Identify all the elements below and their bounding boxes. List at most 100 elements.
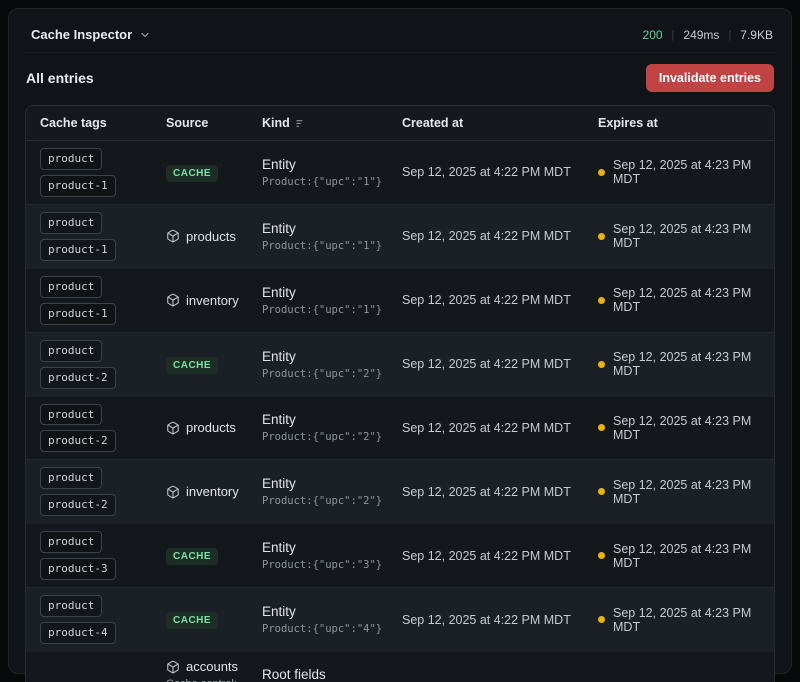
subgraph-name: products: [186, 420, 236, 435]
subgraph-icon: [166, 293, 180, 307]
subgraph-source: inventory: [166, 484, 254, 499]
source-cell: inventory: [166, 484, 262, 499]
section-title: All entries: [26, 70, 94, 86]
cache-source-badge: CACHE: [166, 165, 218, 182]
subgraph-name: products: [186, 229, 236, 244]
sort-icon[interactable]: [295, 118, 306, 129]
kind-detail: Product:{"upc":"3"}: [262, 559, 394, 571]
cache-source-badge: CACHE: [166, 612, 218, 629]
expires-at-value: Sep 12, 2025 at 4:23 PM MDT: [613, 286, 766, 314]
expires-at-cell: Sep 12, 2025 at 4:23 PM MDT: [598, 286, 774, 314]
cache-tag-pill: product-2: [40, 367, 116, 389]
created-at-cell: Sep 12, 2025 at 4:22 PM MDT: [402, 421, 598, 435]
expires-at-cell: Sep 12, 2025 at 4:23 PM MDT: [598, 350, 774, 378]
kind-cell: Root fields recommendedProducts: [262, 667, 402, 682]
kind-detail: Product:{"upc":"4"}: [262, 623, 394, 635]
table-header: Cache tags Source Kind Created at Expire…: [26, 106, 774, 141]
source-cell: products: [166, 420, 262, 435]
created-at-value: Sep 12, 2025 at 4:22 PM MDT: [402, 613, 571, 627]
source-cell: products: [166, 229, 262, 244]
created-at-value: Sep 12, 2025 at 4:22 PM MDT: [402, 357, 571, 371]
expires-at-value: Sep 12, 2025 at 4:23 PM MDT: [613, 478, 766, 506]
topbar: Cache Inspector 200 | 249ms | 7.9KB: [25, 19, 775, 53]
kind-cell: Entity Product:{"upc":"1"}: [262, 221, 402, 252]
created-at-value: Sep 12, 2025 at 4:22 PM MDT: [402, 485, 571, 499]
cache-tags-cell: productproduct-1: [26, 212, 166, 261]
table-row[interactable]: productproduct-1 products Entity Product…: [26, 204, 774, 268]
subgraph-source: inventory: [166, 293, 254, 308]
expiry-dot: [598, 361, 605, 368]
kind-detail: Product:{"upc":"1"}: [262, 304, 394, 316]
cache-tag-pill: product: [40, 404, 102, 426]
cache-tag-pill: product-1: [40, 175, 116, 197]
cache-tags-cell: –: [26, 675, 166, 682]
expires-at-cell: –: [598, 675, 774, 682]
table-row[interactable]: productproduct-1 CACHE Entity Product:{"…: [26, 141, 774, 204]
response-size: 7.9KB: [740, 28, 773, 42]
empty-value: –: [40, 675, 47, 682]
expires-at-cell: Sep 12, 2025 at 4:23 PM MDT: [598, 414, 774, 442]
subgraph-source: products: [166, 229, 254, 244]
column-header-kind[interactable]: Kind: [262, 106, 402, 140]
table-row[interactable]: productproduct-1 inventory Entity Produc…: [26, 268, 774, 332]
section-header: All entries Invalidate entries: [25, 64, 775, 92]
created-at-cell: Sep 12, 2025 at 4:22 PM MDT: [402, 485, 598, 499]
cache-source-badge: CACHE: [166, 548, 218, 565]
cache-tags-cell: productproduct-3: [26, 531, 166, 580]
cache-tag-pill: product: [40, 467, 102, 489]
expiry-dot: [598, 297, 605, 304]
cache-tag-pill: product-1: [40, 303, 116, 325]
cache-tag-pill: product: [40, 531, 102, 553]
page-title: Cache Inspector: [31, 27, 132, 42]
expiry-dot: [598, 488, 605, 495]
kind-detail: Product:{"upc":"2"}: [262, 495, 394, 507]
subgraph-icon: [166, 421, 180, 435]
table-row[interactable]: productproduct-3 CACHE Entity Product:{"…: [26, 523, 774, 587]
cache-tag-pill: product: [40, 595, 102, 617]
stat-divider: |: [728, 29, 731, 41]
table-row[interactable]: productproduct-4 CACHE Entity Product:{"…: [26, 587, 774, 651]
column-header-source[interactable]: Source: [166, 106, 262, 140]
expiry-dot: [598, 616, 605, 623]
expires-at-value: –: [598, 675, 605, 682]
created-at-cell: –: [402, 675, 598, 682]
kind-cell: Entity Product:{"upc":"4"}: [262, 604, 402, 635]
kind-detail: Product:{"upc":"1"}: [262, 176, 394, 188]
invalidate-entries-button[interactable]: Invalidate entries: [646, 64, 774, 92]
created-at-value: Sep 12, 2025 at 4:22 PM MDT: [402, 229, 571, 243]
table-row[interactable]: productproduct-2 products Entity Product…: [26, 396, 774, 460]
kind-label: Entity: [262, 412, 394, 427]
table-row[interactable]: – accountsCache control:private Root fie…: [26, 651, 774, 682]
table-row[interactable]: productproduct-2 inventory Entity Produc…: [26, 459, 774, 523]
cache-entries-table: Cache tags Source Kind Created at Expire…: [25, 105, 775, 682]
created-at-value: Sep 12, 2025 at 4:22 PM MDT: [402, 165, 571, 179]
table-row[interactable]: productproduct-2 CACHE Entity Product:{"…: [26, 332, 774, 396]
subgraph-name: inventory: [186, 484, 239, 499]
subgraph-name: accounts: [186, 659, 238, 674]
column-header-created-at[interactable]: Created at: [402, 106, 598, 140]
kind-label: Entity: [262, 285, 394, 300]
expires-at-cell: Sep 12, 2025 at 4:23 PM MDT: [598, 158, 774, 186]
column-header-cache-tags[interactable]: Cache tags: [26, 116, 166, 130]
kind-cell: Entity Product:{"upc":"2"}: [262, 476, 402, 507]
kind-detail: Product:{"upc":"2"}: [262, 368, 394, 380]
chevron-down-icon: [139, 29, 151, 41]
subgraph-name: inventory: [186, 293, 239, 308]
created-at-value: Sep 12, 2025 at 4:22 PM MDT: [402, 293, 571, 307]
cache-tags-cell: productproduct-1: [26, 276, 166, 325]
expiry-dot: [598, 169, 605, 176]
created-at-cell: Sep 12, 2025 at 4:22 PM MDT: [402, 613, 598, 627]
cache-inspector-panel: Cache Inspector 200 | 249ms | 7.9KB All …: [8, 8, 792, 674]
expires-at-cell: Sep 12, 2025 at 4:23 PM MDT: [598, 222, 774, 250]
column-header-expires-at[interactable]: Expires at: [598, 106, 774, 140]
status-code: 200: [643, 28, 663, 42]
cache-tags-cell: productproduct-2: [26, 404, 166, 453]
source-cell: CACHE: [166, 355, 262, 374]
kind-label: Entity: [262, 157, 394, 172]
request-latency: 249ms: [683, 28, 719, 42]
expiry-dot: [598, 552, 605, 559]
cache-inspector-dropdown[interactable]: Cache Inspector: [31, 27, 151, 42]
created-at-cell: Sep 12, 2025 at 4:22 PM MDT: [402, 165, 598, 179]
cache-tags-cell: productproduct-1: [26, 148, 166, 197]
kind-label: Entity: [262, 221, 394, 236]
